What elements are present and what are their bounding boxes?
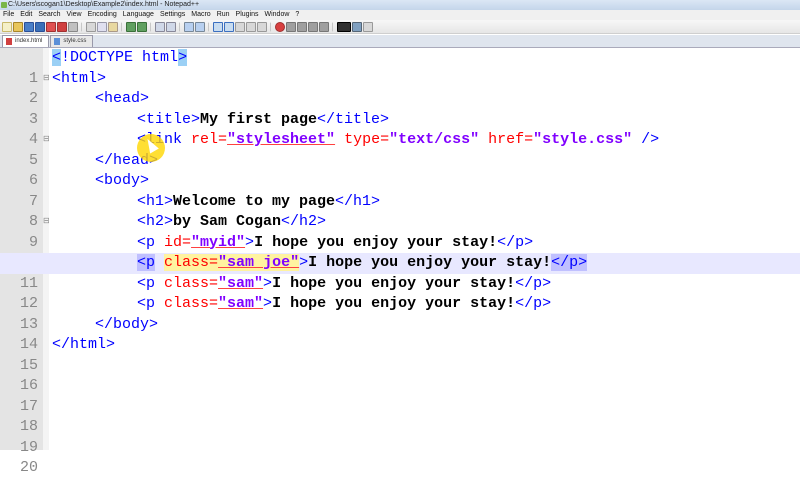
code-line[interactable]: 6 </head>	[0, 151, 800, 190]
menu-encoding[interactable]: Encoding	[85, 10, 120, 20]
sync-horizontal-icon[interactable]	[224, 21, 234, 32]
code-line[interactable]: 16	[0, 356, 800, 394]
tab-bar: index.html style.css	[0, 35, 800, 48]
spell-check-icon[interactable]	[337, 21, 351, 32]
code-line[interactable]: 15 </html>	[0, 335, 800, 374]
code-text: <title>My first page</title>	[137, 110, 390, 128]
code-line[interactable]: 13 <p class="sam">I hope you enjoy your …	[0, 294, 800, 333]
code-line[interactable]: 20	[0, 438, 800, 476]
toolbar-separator	[332, 21, 335, 32]
sync-vertical-icon[interactable]	[213, 21, 223, 32]
code-line[interactable]: 9 <h2>by Sam Cogan</h2>	[0, 212, 800, 251]
menu-help[interactable]: ?	[292, 10, 302, 20]
code-line[interactable]: 10 <p id="myid">I hope you enjoy your st…	[0, 233, 800, 272]
code-line[interactable]: 14 </body>	[0, 315, 800, 354]
saved-file-icon	[54, 38, 61, 45]
undo-icon[interactable]	[126, 21, 136, 32]
close-file-icon[interactable]	[46, 21, 56, 32]
code-line[interactable]: 12 <p class="sam">I hope you enjoy your …	[0, 274, 800, 313]
open-file-icon[interactable]	[13, 21, 23, 32]
close-all-icon[interactable]	[57, 21, 67, 32]
line-number: 20	[19, 459, 38, 476]
code-text: <head>	[95, 90, 150, 107]
plugin-icon[interactable]	[363, 21, 373, 32]
cut-icon[interactable]	[86, 21, 96, 32]
toolbar-separator	[150, 21, 153, 32]
stop-macro-icon[interactable]	[286, 21, 296, 32]
code-text: <p class="sam">I hope you enjoy your sta…	[137, 274, 552, 292]
menu-file[interactable]: File	[0, 10, 17, 20]
code-text: <p id="myid">I hope you enjoy your stay!…	[137, 233, 534, 251]
code-text: <link rel="stylesheet" type="text/css" h…	[137, 131, 660, 148]
toolbar-separator	[81, 21, 84, 32]
zoom-in-icon[interactable]	[184, 21, 194, 32]
code-text: <h2>by Sam Cogan</h2>	[137, 213, 327, 230]
replace-icon[interactable]	[166, 21, 176, 32]
code-line[interactable]: 18	[0, 397, 800, 435]
code-text: <p class="sam joe">I hope you enjoy your…	[137, 254, 588, 271]
find-icon[interactable]	[155, 21, 165, 32]
code-line[interactable]: 1 <!DOCTYPE html>	[0, 48, 800, 87]
run-macro-multiple-icon[interactable]	[308, 21, 318, 32]
menu-view[interactable]: View	[64, 10, 85, 20]
menu-macro[interactable]: Macro	[188, 10, 213, 20]
editor[interactable]: 1 <!DOCTYPE html> 2 ⊟ <html> 3 ⊟ <head> …	[0, 48, 800, 476]
code-text: </html>	[52, 336, 116, 353]
new-file-icon[interactable]	[2, 21, 12, 32]
plugin-icon[interactable]	[352, 21, 362, 32]
show-all-chars-icon[interactable]	[246, 21, 256, 32]
zoom-out-icon[interactable]	[195, 21, 205, 32]
play-macro-icon[interactable]	[297, 21, 307, 32]
menu-settings[interactable]: Settings	[157, 10, 188, 20]
code-text: <!DOCTYPE html>	[52, 49, 188, 66]
toolbar	[0, 20, 800, 34]
code-text: <html>	[52, 69, 107, 87]
code-text: <body>	[95, 172, 150, 189]
tab-style-css[interactable]: style.css	[50, 35, 94, 47]
save-macro-icon[interactable]	[319, 21, 329, 32]
menu-bar: File Edit Search View Encoding Language …	[0, 10, 800, 20]
copy-icon[interactable]	[97, 21, 107, 32]
code-line[interactable]: 3 ⊟ <head>	[0, 89, 800, 144]
menu-language[interactable]: Language	[120, 10, 157, 20]
toolbar-separator	[121, 21, 124, 32]
code-text: </body>	[95, 315, 159, 333]
unsaved-file-icon	[6, 38, 12, 45]
word-wrap-icon[interactable]	[235, 21, 245, 32]
toolbar-separator	[270, 21, 273, 32]
save-all-icon[interactable]	[35, 21, 45, 32]
code-line[interactable]: 8 <h1>Welcome to my page</h1>	[0, 192, 800, 231]
code-text: <p class="sam">I hope you enjoy your sta…	[137, 295, 552, 312]
title-bar: C:\Users\scogan1\Desktop\Example2\index.…	[0, 0, 800, 10]
menu-edit[interactable]: Edit	[17, 10, 35, 20]
toolbar-separator	[179, 21, 182, 32]
toolbar-separator	[208, 21, 211, 32]
code-line[interactable]: 5 <link rel="stylesheet" type="text/css"…	[0, 130, 800, 169]
notepadpp-icon	[1, 2, 7, 8]
code-line[interactable]: 7 ⊟ <body>	[0, 171, 800, 226]
code-line[interactable]: 19	[0, 417, 800, 456]
code-text: <h1>Welcome to my page</h1>	[137, 192, 381, 210]
menu-run[interactable]: Run	[214, 10, 233, 20]
paste-icon[interactable]	[108, 21, 118, 32]
code-line[interactable]: 4 <title>My first page</title>	[0, 110, 800, 149]
window-title: C:\Users\scogan1\Desktop\Example2\index.…	[8, 1, 200, 8]
menu-search[interactable]: Search	[35, 10, 63, 20]
fold-minus-icon[interactable]: ⊟	[43, 69, 50, 90]
code-line[interactable]: 2 ⊟ <html>	[0, 69, 800, 108]
indent-guide-icon[interactable]	[257, 21, 267, 32]
tab-index-html[interactable]: index.html	[2, 35, 50, 47]
record-macro-icon[interactable]	[275, 21, 285, 32]
redo-icon[interactable]	[137, 21, 147, 32]
tab-label: style.css	[63, 38, 87, 44]
code-line-current[interactable]: 11 <p class="sam joe">I hope you enjoy y…	[0, 253, 800, 292]
menu-window[interactable]: Window	[262, 10, 293, 20]
print-icon[interactable]	[68, 21, 78, 32]
menu-plugins[interactable]: Plugins	[233, 10, 262, 20]
code-line[interactable]: 17	[0, 376, 800, 415]
save-icon[interactable]	[24, 21, 34, 32]
tab-label: index.html	[15, 38, 43, 44]
